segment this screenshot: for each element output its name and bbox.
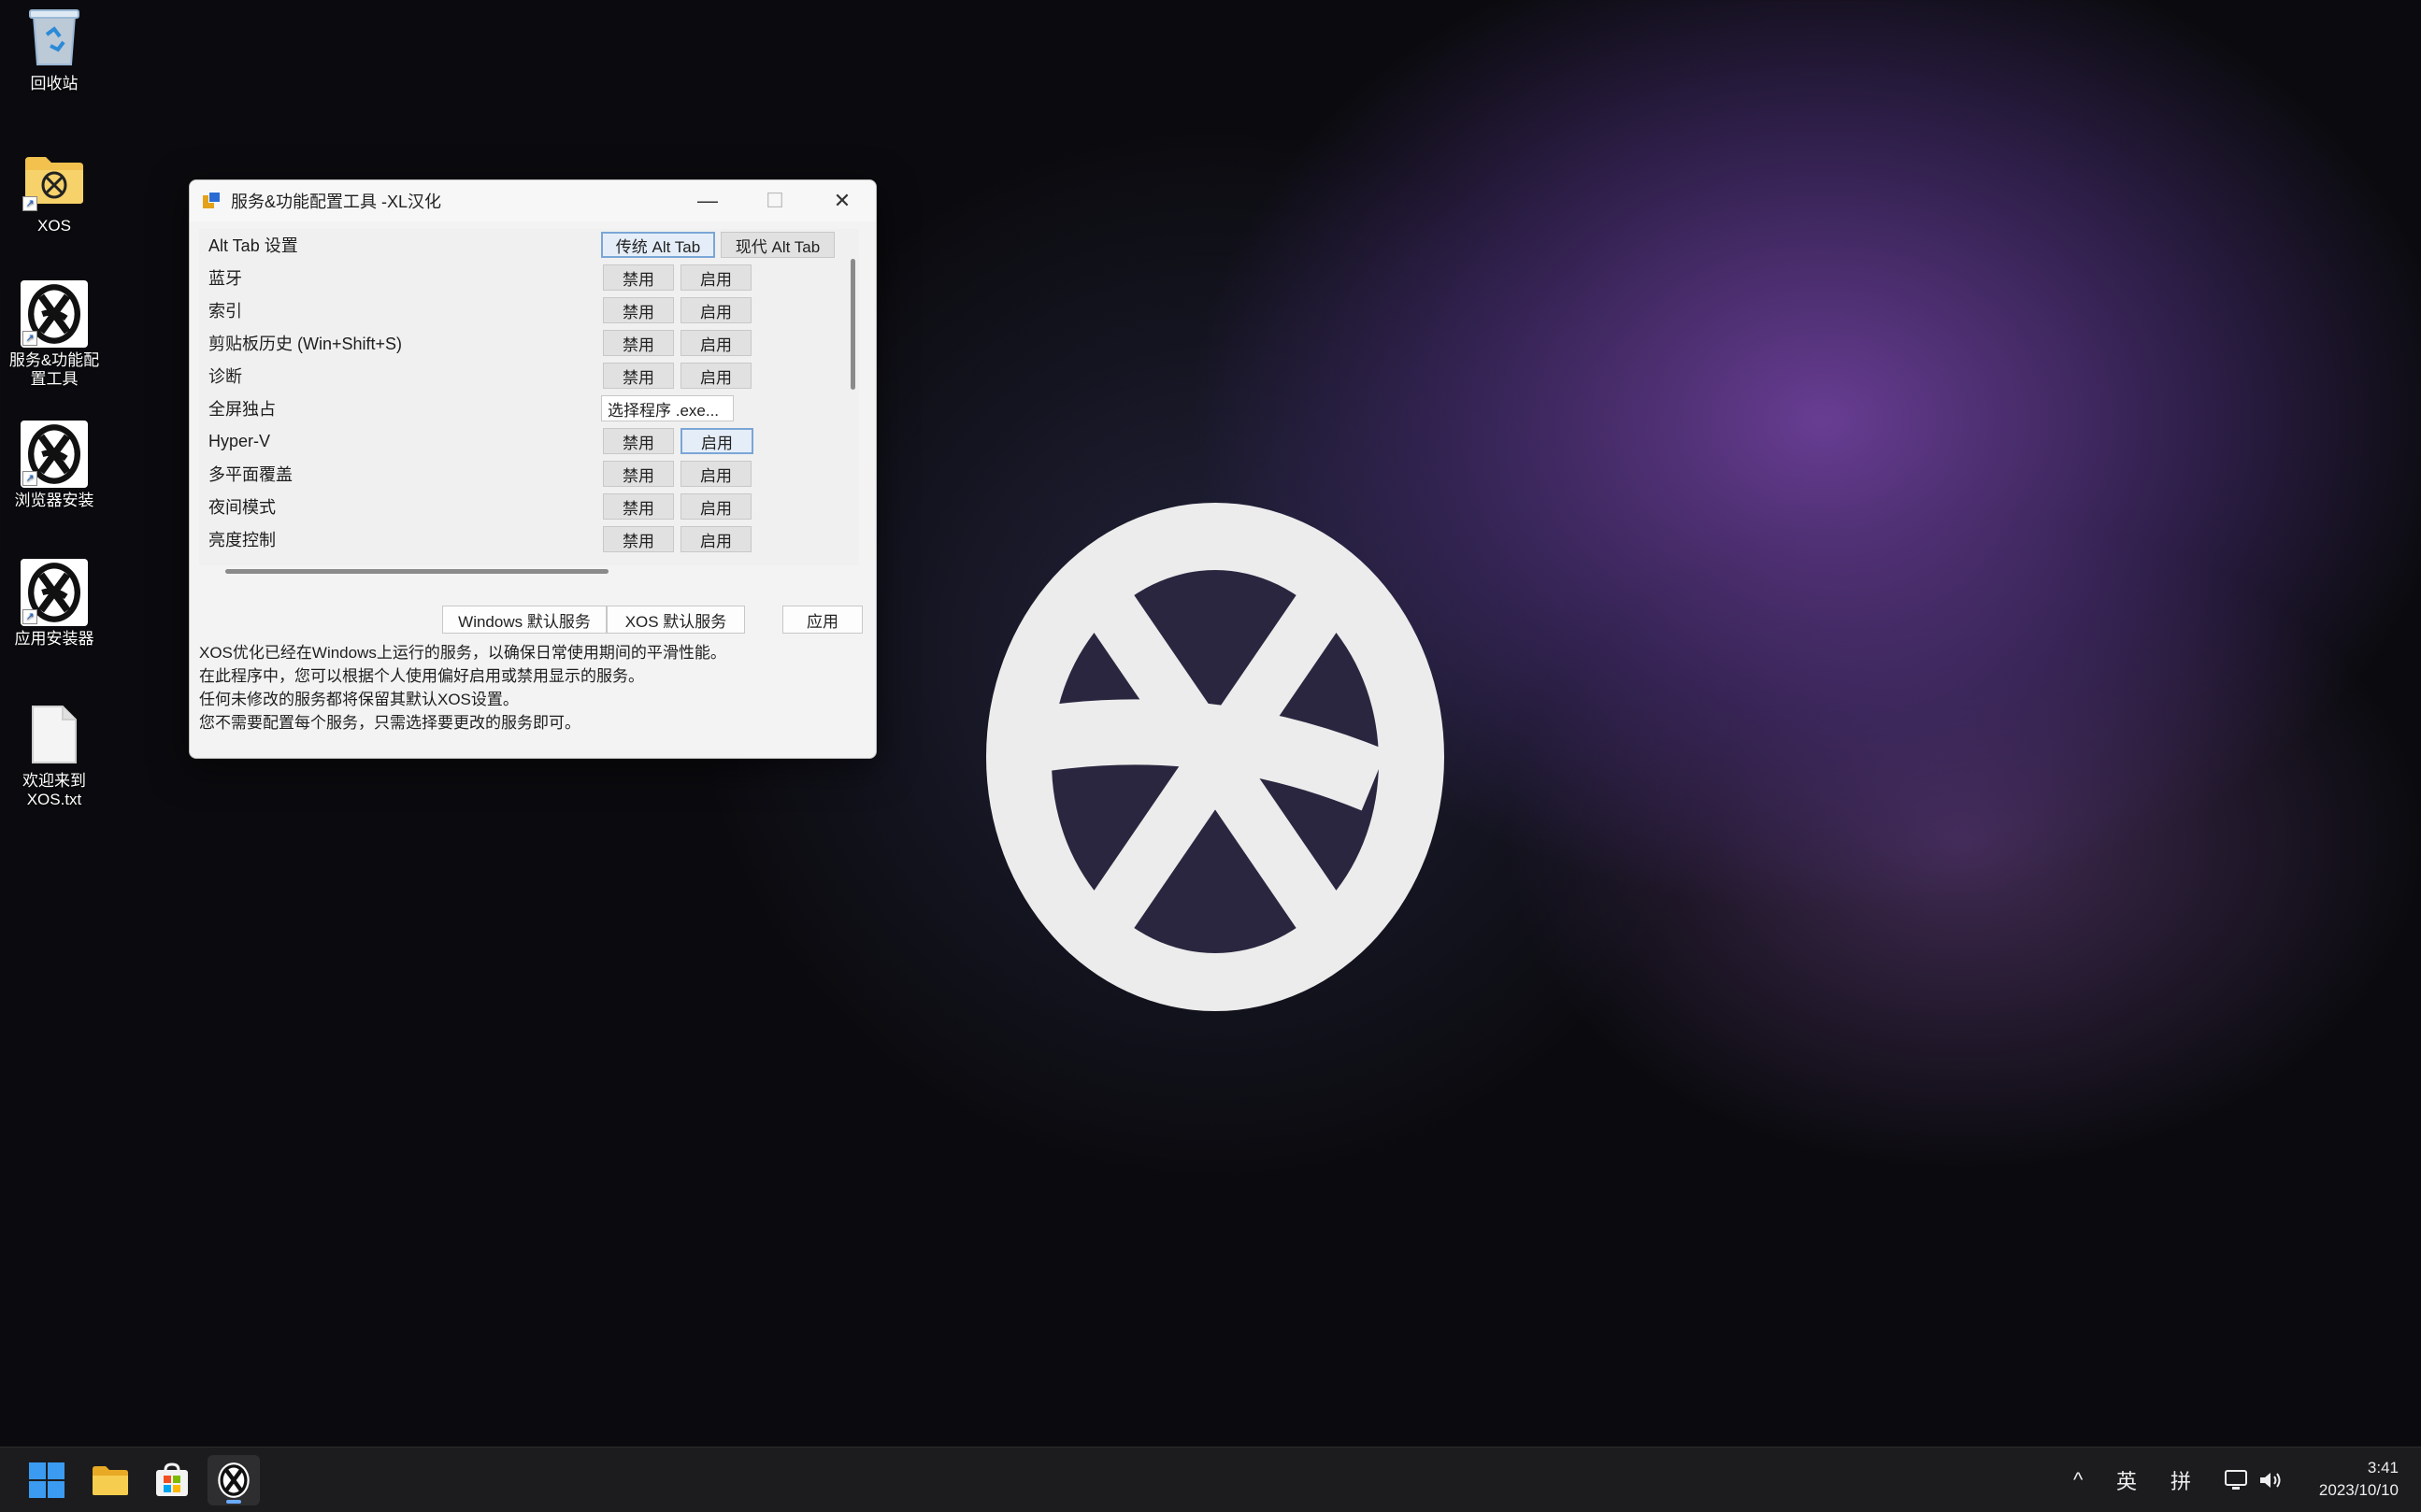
setting-row-night-mode: 夜间模式 禁用 启用 [199,491,844,522]
close-button[interactable]: ✕ [809,180,876,221]
taskbar: ^ 英 拼 3:41 2023/10/10 [0,1447,2421,1512]
desktop-icon-label: 应用安装器 [14,630,94,648]
ime-name-text: 拼 [2170,1470,2192,1493]
network-button[interactable] [2225,1448,2249,1512]
setting-row-alt-tab: Alt Tab 设置 传统 Alt Tab 现代 Alt Tab [199,229,844,261]
xos-logo-icon [218,1462,250,1498]
desktop-icon-recycle-bin[interactable]: 回收站 [7,4,101,93]
desktop-icon-label: 浏览器安装 [14,492,94,509]
enable-button[interactable]: 启用 [680,461,752,487]
disable-button[interactable]: 禁用 [603,428,674,454]
ime-mode-button[interactable]: 英 [2116,1448,2137,1512]
enable-button[interactable]: 启用 [680,330,752,356]
setting-label: 全屏独占 [208,400,276,419]
xos-default-services-button[interactable]: XOS 默认服务 [607,606,745,634]
desktop-icon-browser-install[interactable]: ↗ 浏览器安装 [7,421,101,510]
settings-list[interactable]: Alt Tab 设置 传统 Alt Tab 现代 Alt Tab 蓝牙 禁用 启… [199,229,859,565]
enable-button[interactable]: 启用 [680,428,753,454]
window-title: 服务&功能配置工具 -XL汉化 [231,193,442,211]
disable-button[interactable]: 禁用 [603,264,674,291]
desktop-icon-xos-folder[interactable]: ↗ XOS [7,146,101,235]
setting-row-mpo: 多平面覆盖 禁用 启用 [199,458,844,490]
setting-label: 多平面覆盖 [208,465,293,484]
shortcut-arrow-icon: ↗ [22,331,37,346]
setting-label: Hyper-V [208,431,271,450]
classic-alt-tab-button[interactable]: 传统 Alt Tab [601,232,715,258]
disable-button[interactable]: 禁用 [603,461,674,487]
start-button[interactable] [21,1455,73,1505]
show-hidden-icons-button[interactable]: ^ [2073,1448,2083,1512]
disable-button[interactable]: 禁用 [603,330,674,356]
description-line: 在此程序中，您可以根据个人使用偏好启用或禁用显示的服务。 [199,667,644,685]
desktop-icon-app-installer[interactable]: ↗ 应用安装器 [7,559,101,649]
microsoft-store-button[interactable] [146,1455,198,1505]
enable-button[interactable]: 启用 [680,526,752,552]
desktop-icon-label: XOS [37,217,71,235]
setting-label: 诊断 [208,367,242,386]
setting-row-bluetooth: 蓝牙 禁用 启用 [199,262,844,293]
network-icon [2225,1470,2247,1490]
description-line: 您不需要配置每个服务，只需选择要更改的服务即可。 [199,714,580,732]
volume-button[interactable] [2258,1448,2285,1512]
folder-icon: ↗ [21,146,88,213]
wallpaper-xos-logo [986,503,1444,1011]
setting-row-hyper-v: Hyper-V 禁用 启用 [199,425,844,457]
clock-date: 2023/10/10 [2318,1481,2399,1499]
vertical-scrollbar[interactable] [851,259,855,390]
select-program-button[interactable]: 选择程序 .exe... [601,395,734,421]
volume-icon [2260,1473,2281,1488]
desktop-icon-label: 回收站 [30,75,79,93]
setting-label: Alt Tab 设置 [208,236,298,255]
shortcut-arrow-icon: ↗ [22,471,37,486]
desktop-icon-config-tool[interactable]: ↗ 服务&功能配 置工具 [7,280,101,389]
windows-icon [29,1462,64,1498]
desktop-icon-welcome-txt[interactable]: 欢迎来到 XOS.txt [7,701,101,809]
description-text: XOS优化已经在Windows上运行的服务，以确保日常使用期间的平滑性能。 在此… [199,641,853,735]
shortcut-arrow-icon: ↗ [22,609,37,624]
clock[interactable]: 3:41 2023/10/10 [2319,1457,2399,1502]
setting-row-indexing: 索引 禁用 启用 [199,294,844,326]
setting-row-diagnostics: 诊断 禁用 启用 [199,360,844,392]
disable-button[interactable]: 禁用 [603,363,674,389]
minimize-button[interactable]: — [674,180,741,221]
setting-label: 剪贴板历史 (Win+Shift+S) [208,335,403,353]
chevron-up-icon: ^ [2073,1468,2084,1491]
horizontal-scrollbar[interactable] [225,569,609,574]
disable-button[interactable]: 禁用 [603,526,674,552]
ime-mode-text: 英 [2116,1470,2138,1493]
enable-button[interactable]: 启用 [680,297,752,323]
desktop-icon-label: 服务&功能配 置工具 [8,351,100,388]
file-explorer-button[interactable] [84,1455,136,1505]
setting-label: 蓝牙 [208,269,242,288]
app-icon [203,192,222,210]
store-icon [156,1462,188,1496]
title-bar[interactable]: 服务&功能配置工具 -XL汉化 — ☐ ✕ [190,180,876,221]
disable-button[interactable]: 禁用 [603,297,674,323]
disable-button[interactable]: 禁用 [603,493,674,520]
desktop-icon-label: 欢迎来到 XOS.txt [22,772,86,808]
description-line: 任何未修改的服务都将保留其默认XOS设置。 [199,691,519,708]
folder-icon [93,1466,128,1495]
setting-label: 亮度控制 [208,531,276,549]
config-tool-taskbar-button[interactable] [208,1455,260,1505]
config-tool-window: 服务&功能配置工具 -XL汉化 — ☐ ✕ Alt Tab 设置 传统 Alt … [189,179,877,759]
recycle-bin-icon [21,4,88,71]
ime-name-button[interactable]: 拼 [2170,1448,2191,1512]
setting-row-brightness: 亮度控制 禁用 启用 [199,523,844,555]
enable-button[interactable]: 启用 [680,264,752,291]
maximize-button[interactable]: ☐ [741,180,809,221]
description-line: XOS优化已经在Windows上运行的服务，以确保日常使用期间的平滑性能。 [199,644,726,662]
windows-default-services-button[interactable]: Windows 默认服务 [442,606,607,634]
setting-row-fullscreen-exclusive: 全屏独占 选择程序 .exe... [199,392,844,424]
enable-button[interactable]: 启用 [680,493,752,520]
modern-alt-tab-button[interactable]: 现代 Alt Tab [721,232,835,258]
text-file-icon [21,701,88,768]
enable-button[interactable]: 启用 [680,363,752,389]
setting-label: 索引 [208,302,242,321]
setting-row-clipboard-history: 剪贴板历史 (Win+Shift+S) 禁用 启用 [199,327,844,359]
clock-time: 3:41 [2367,1459,2399,1476]
apply-button[interactable]: 应用 [782,606,863,634]
shortcut-arrow-icon: ↗ [22,196,37,211]
setting-label: 夜间模式 [208,498,276,517]
